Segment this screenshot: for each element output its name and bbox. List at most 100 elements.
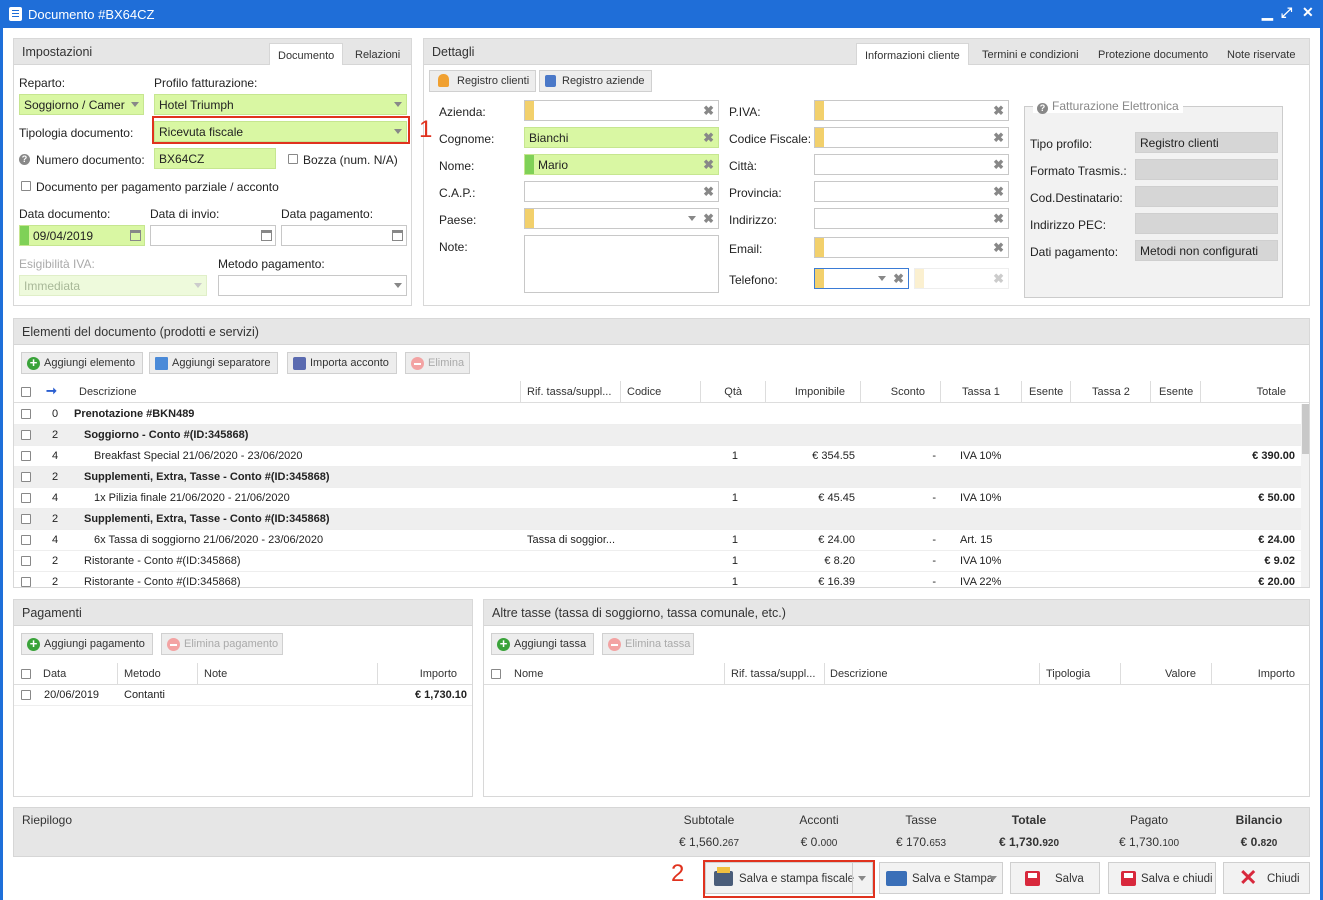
elimina-tassa-button[interactable]: Elimina tassa bbox=[602, 633, 694, 655]
row-checkbox[interactable] bbox=[21, 690, 31, 700]
elimina-button[interactable]: Elimina bbox=[405, 352, 470, 374]
col-tassa2[interactable]: Tassa 2 bbox=[1092, 386, 1130, 398]
table-row[interactable]: 2 Supplementi, Extra, Tasse - Conto #(ID:… bbox=[14, 509, 1301, 530]
parziale-checkbox[interactable] bbox=[21, 181, 31, 191]
row-checkbox[interactable] bbox=[21, 451, 31, 461]
row-checkbox[interactable] bbox=[21, 409, 31, 419]
salva-chiudi-button[interactable]: Salva e chiudi bbox=[1108, 862, 1216, 894]
col-rif[interactable]: Rif. tassa/suppl... bbox=[527, 386, 611, 398]
elimina-pagamento-button[interactable]: Elimina pagamento bbox=[161, 633, 283, 655]
minimize-icon[interactable]: ▁ bbox=[1262, 4, 1273, 21]
col-importo[interactable]: Importo bbox=[377, 668, 457, 680]
scrollbar[interactable] bbox=[1301, 404, 1309, 587]
table-row[interactable]: 4 6x Tassa di soggiorno 21/06/2020 - 23/0… bbox=[14, 530, 1301, 551]
codice-fiscale-input[interactable]: ✖ bbox=[814, 127, 1009, 148]
col-codice[interactable]: Codice bbox=[627, 386, 661, 398]
col-tassa1[interactable]: Tassa 1 bbox=[962, 386, 1000, 398]
col-note[interactable]: Note bbox=[204, 668, 227, 680]
tab-informazioni-cliente[interactable]: Informazioni cliente bbox=[856, 43, 969, 65]
col-qta[interactable]: Qtà bbox=[700, 386, 742, 398]
col-data[interactable]: Data bbox=[43, 668, 66, 680]
clear-icon[interactable]: ✖ bbox=[703, 211, 714, 227]
select-all-checkbox[interactable] bbox=[21, 387, 31, 397]
aggiungi-elemento-button[interactable]: Aggiungi elemento bbox=[21, 352, 143, 374]
col-sconto[interactable]: Sconto bbox=[860, 386, 925, 398]
tab-documento[interactable]: Documento bbox=[269, 43, 344, 65]
col-descrizione[interactable]: Descrizione bbox=[79, 386, 136, 398]
data-documento-input[interactable]: 09/04/2019 bbox=[19, 225, 145, 246]
clear-icon[interactable]: ✖ bbox=[703, 157, 714, 173]
scrollbar-thumb[interactable] bbox=[1302, 404, 1309, 454]
metodo-pagamento-select[interactable] bbox=[218, 275, 407, 296]
col-tipologia[interactable]: Tipologia bbox=[1046, 668, 1090, 680]
col-esente2[interactable]: Esente bbox=[1159, 386, 1193, 398]
clear-icon[interactable]: ✖ bbox=[893, 271, 904, 287]
chiudi-button[interactable]: ✕ Chiudi bbox=[1223, 862, 1310, 894]
telefono-prefix-select[interactable]: ✖ bbox=[814, 268, 909, 289]
clear-icon[interactable]: ✖ bbox=[993, 271, 1004, 287]
provincia-input[interactable]: ✖ bbox=[814, 181, 1009, 202]
col-importo[interactable]: Importo bbox=[1211, 668, 1295, 680]
table-row[interactable]: 2 Supplementi, Extra, Tasse - Conto #(ID:… bbox=[14, 467, 1301, 488]
clear-icon[interactable]: ✖ bbox=[993, 157, 1004, 173]
cap-input[interactable]: ✖ bbox=[524, 181, 719, 202]
aggiungi-separatore-button[interactable]: Aggiungi separatore bbox=[149, 352, 278, 374]
importa-acconto-button[interactable]: Importa acconto bbox=[287, 352, 397, 374]
clear-icon[interactable]: ✖ bbox=[993, 184, 1004, 200]
email-input[interactable]: ✖ bbox=[814, 237, 1009, 258]
table-row[interactable]: 2 Ristorante - Conto #(ID:345868) 1 € 16.39… bbox=[14, 572, 1301, 587]
select-all-checkbox[interactable] bbox=[491, 669, 501, 679]
indirizzo-input[interactable]: ✖ bbox=[814, 208, 1009, 229]
col-rif[interactable]: Rif. tassa/suppl... bbox=[731, 668, 815, 680]
row-checkbox[interactable] bbox=[21, 514, 31, 524]
row-checkbox[interactable] bbox=[21, 430, 31, 440]
table-row[interactable]: 0 Prenotazione #BKN489 bbox=[14, 404, 1301, 425]
clear-icon[interactable]: ✖ bbox=[993, 240, 1004, 256]
table-row[interactable]: 20/06/2019 Contanti € 1,730.10 bbox=[14, 685, 472, 706]
tab-termini[interactable]: Termini e condizioni bbox=[974, 43, 1087, 65]
reparto-select[interactable]: Soggiorno / Camer bbox=[19, 94, 144, 115]
bozza-checkbox[interactable] bbox=[288, 154, 298, 164]
col-metodo[interactable]: Metodo bbox=[124, 668, 161, 680]
telefono-input[interactable]: ✖ bbox=[914, 268, 1009, 289]
row-checkbox[interactable] bbox=[21, 556, 31, 566]
table-row[interactable]: 4 Breakfast Special 21/06/2020 - 23/06/20… bbox=[14, 446, 1301, 467]
select-all-checkbox[interactable] bbox=[21, 669, 31, 679]
table-row[interactable]: 2 Soggiorno - Conto #(ID:345868) bbox=[14, 425, 1301, 446]
col-imponibile[interactable]: Imponibile bbox=[765, 386, 845, 398]
row-checkbox[interactable] bbox=[21, 535, 31, 545]
note-textarea[interactable] bbox=[524, 235, 719, 293]
registro-aziende-button[interactable]: Registro aziende bbox=[539, 70, 652, 92]
close-icon[interactable]: ✕ bbox=[1302, 4, 1314, 21]
tab-protezione[interactable]: Protezione documento bbox=[1090, 43, 1216, 65]
clear-icon[interactable]: ✖ bbox=[703, 103, 714, 119]
calendar-icon[interactable] bbox=[130, 230, 141, 241]
calendar-icon[interactable] bbox=[392, 230, 403, 241]
salva-stampa-button[interactable]: Salva e Stampa bbox=[879, 862, 1003, 894]
col-valore[interactable]: Valore bbox=[1120, 668, 1196, 680]
paese-select[interactable]: ✖ bbox=[524, 208, 719, 229]
row-checkbox[interactable] bbox=[21, 577, 31, 587]
clear-icon[interactable]: ✖ bbox=[703, 130, 714, 146]
row-checkbox[interactable] bbox=[21, 493, 31, 503]
col-nome[interactable]: Nome bbox=[514, 668, 543, 680]
col-descrizione[interactable]: Descrizione bbox=[830, 668, 887, 680]
salva-button[interactable]: Salva bbox=[1010, 862, 1100, 894]
aggiungi-tassa-button[interactable]: Aggiungi tassa bbox=[491, 633, 594, 655]
clear-icon[interactable]: ✖ bbox=[703, 184, 714, 200]
clear-icon[interactable]: ✖ bbox=[993, 130, 1004, 146]
piva-input[interactable]: ✖ bbox=[814, 100, 1009, 121]
numero-input[interactable]: BX64CZ bbox=[154, 148, 276, 169]
citta-input[interactable]: ✖ bbox=[814, 154, 1009, 175]
calendar-icon[interactable] bbox=[261, 230, 272, 241]
clear-icon[interactable]: ✖ bbox=[993, 103, 1004, 119]
tab-relazioni[interactable]: Relazioni bbox=[347, 43, 408, 65]
maximize-icon[interactable]: ⤢ bbox=[1281, 4, 1292, 21]
cognome-input[interactable]: Bianchi ✖ bbox=[524, 127, 719, 148]
table-row[interactable]: 2 Ristorante - Conto #(ID:345868) 1 € 8.20 -… bbox=[14, 551, 1301, 572]
registro-clienti-button[interactable]: Registro clienti bbox=[429, 70, 537, 92]
data-invio-input[interactable] bbox=[150, 225, 276, 246]
table-row[interactable]: 4 1x Pilizia finale 21/06/2020 - 21/06/20… bbox=[14, 488, 1301, 509]
nome-input[interactable]: Mario ✖ bbox=[524, 154, 719, 175]
row-checkbox[interactable] bbox=[21, 472, 31, 482]
